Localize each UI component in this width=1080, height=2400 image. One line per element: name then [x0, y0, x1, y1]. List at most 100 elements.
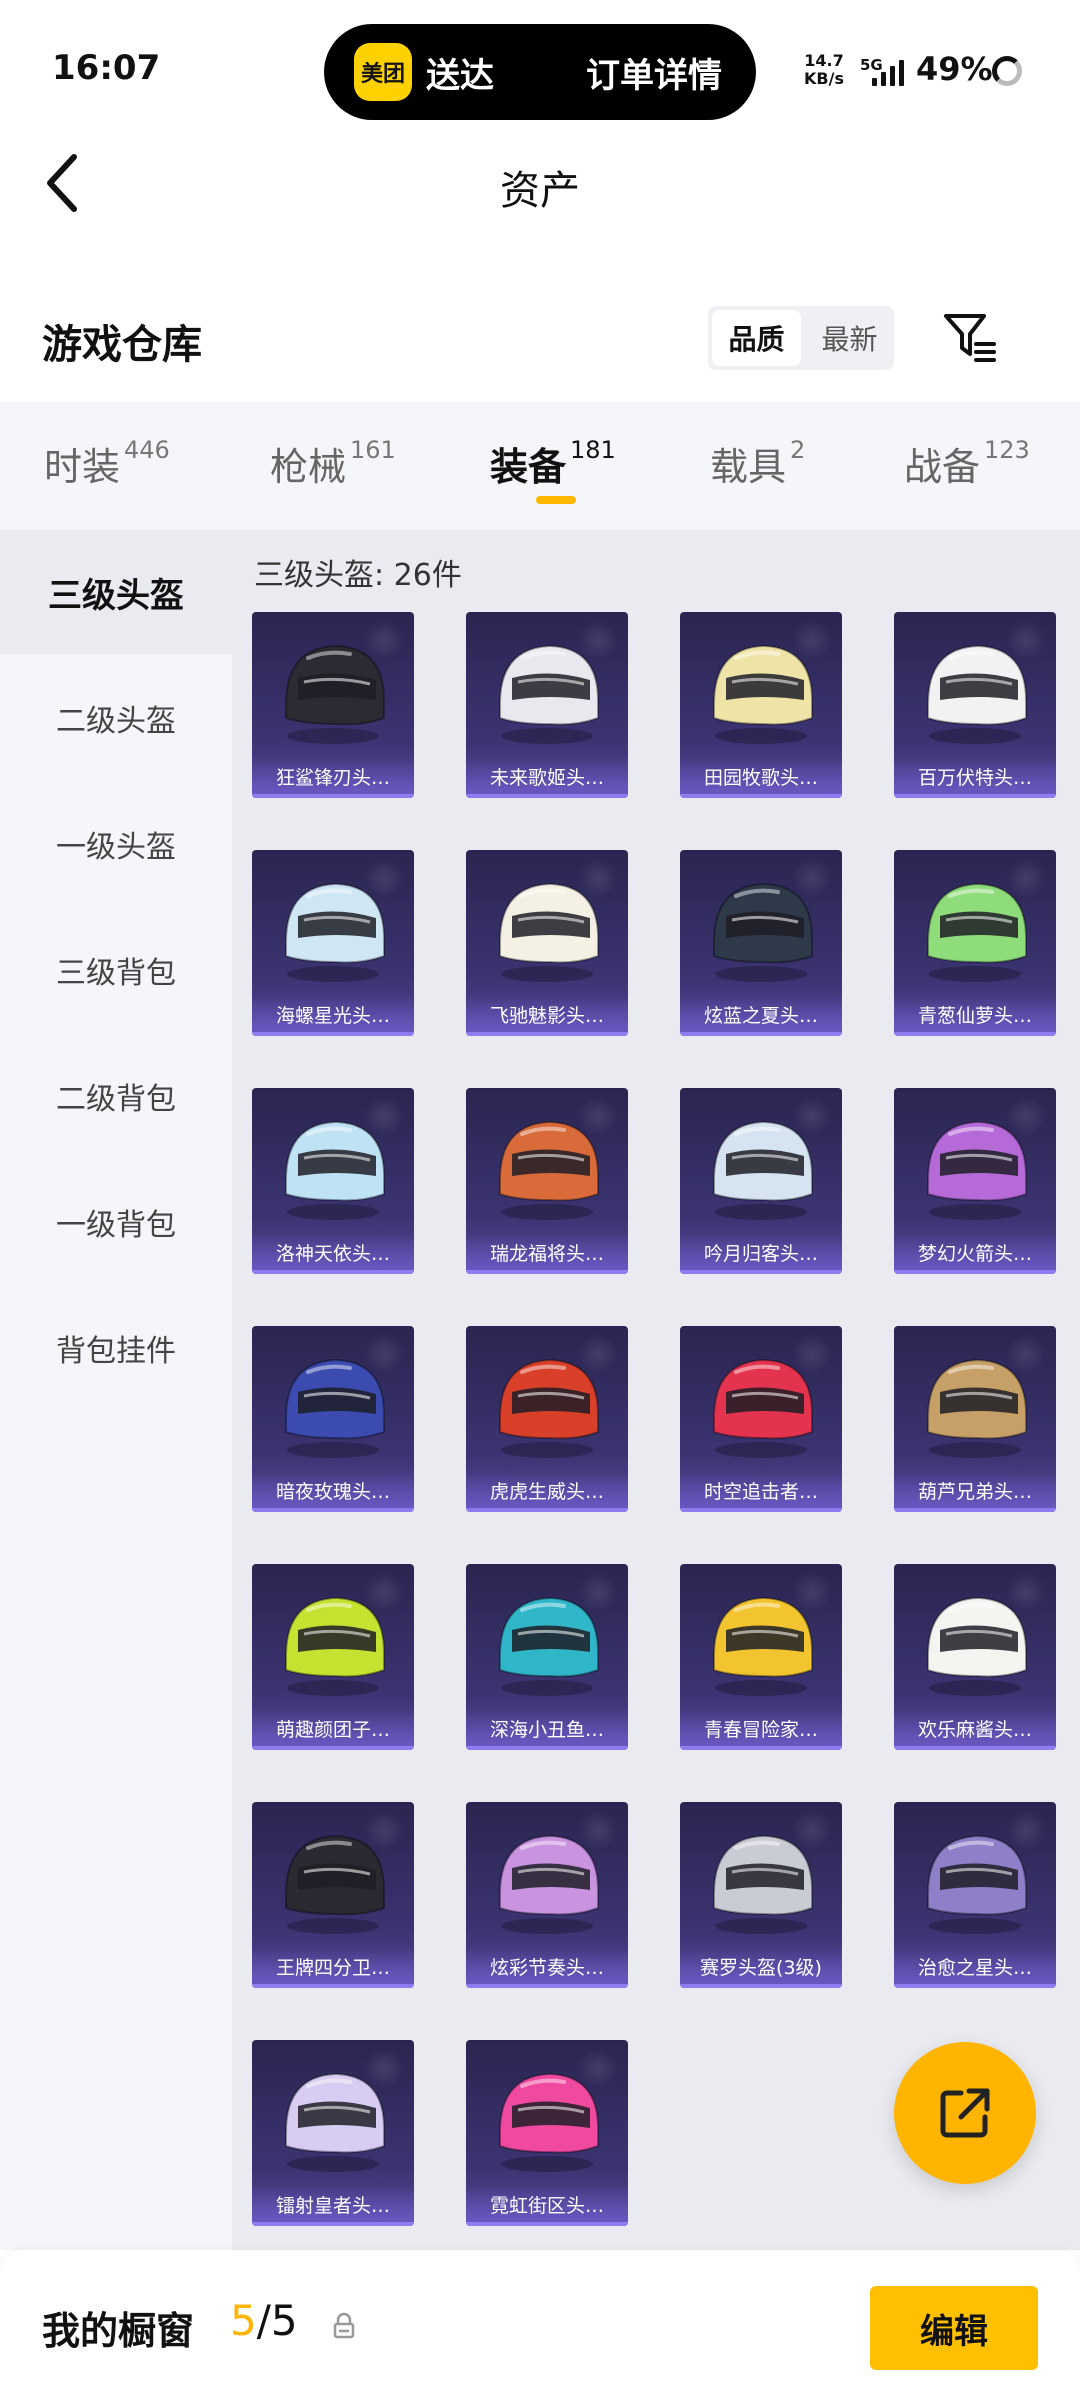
tab-fashion[interactable]: 时装 446 [44, 436, 170, 491]
helmet-icon [285, 1596, 385, 1696]
share-button[interactable] [894, 2042, 1036, 2184]
tab-label: 载具 [710, 445, 787, 489]
filter-icon [944, 314, 996, 362]
sidebar-item-level2-backpack[interactable]: 二级背包 [0, 1034, 232, 1158]
helmet-icon [499, 882, 599, 982]
showcase-count: 5/5 [230, 2296, 298, 2345]
item-card[interactable]: 田园牧歌头… [680, 612, 842, 798]
tab-supplies[interactable]: 战备 123 [904, 436, 1030, 491]
item-card[interactable]: 欢乐麻酱头… [894, 1564, 1056, 1750]
signal-icon [872, 58, 904, 86]
helmet-icon [713, 1358, 813, 1458]
helmet-icon [713, 1120, 813, 1220]
edit-button[interactable]: 编辑 [870, 2286, 1038, 2370]
item-card[interactable]: 海螺星光头… [252, 850, 414, 1036]
sidebar-item-level2-helmet[interactable]: 二级头盔 [0, 656, 232, 780]
page-title: 资产 [500, 168, 580, 214]
item-card[interactable]: 飞驰魅影头… [466, 850, 628, 1036]
item-name: 青葱仙萝头… [894, 996, 1056, 1036]
battery-icon [992, 56, 1022, 86]
item-card[interactable]: 洛神天依头… [252, 1088, 414, 1274]
item-name: 炫蓝之夏头… [680, 996, 842, 1036]
sort-newest-button[interactable]: 最新 [805, 306, 894, 370]
sort-toggle: 品质 最新 [708, 306, 894, 370]
share-external-icon [940, 2088, 990, 2138]
item-card[interactable]: 虎虎生威头… [466, 1326, 628, 1512]
item-card[interactable]: 深海小丑鱼… [466, 1564, 628, 1750]
helmet-icon [713, 1834, 813, 1934]
tab-label: 战备 [904, 445, 981, 489]
helmet-icon [499, 1120, 599, 1220]
bottom-bar: 我的橱窗 5/5 编辑 [0, 2250, 1080, 2400]
tab-label: 时装 [44, 445, 121, 489]
tab-label: 枪械 [270, 445, 347, 489]
tab-count: 446 [124, 436, 170, 464]
item-name: 虎虎生威头… [466, 1472, 628, 1512]
item-name: 吟月归客头… [680, 1234, 842, 1274]
filter-button[interactable] [940, 310, 1000, 366]
helmet-icon [927, 1834, 1027, 1934]
item-card[interactable]: 炫蓝之夏头… [680, 850, 842, 1036]
tab-label: 装备 [490, 445, 567, 489]
item-name: 飞驰魅影头… [466, 996, 628, 1036]
helmet-icon [285, 1120, 385, 1220]
helmet-icon [499, 2072, 599, 2172]
item-card[interactable]: 萌趣颜团子… [252, 1564, 414, 1750]
helmet-icon [285, 2072, 385, 2172]
item-card[interactable]: 青葱仙萝头… [894, 850, 1056, 1036]
item-card[interactable]: 王牌四分卫… [252, 1802, 414, 1988]
helmet-icon [499, 644, 599, 744]
item-name: 未来歌姬头… [466, 758, 628, 798]
item-grid-area: 三级头盔: 26件 狂鲨锋刃头… 未来歌姬头… 田园牧歌头… 百万伏特头… 海螺星光头…… [232, 530, 1080, 2250]
item-card[interactable]: 瑞龙福将头… [466, 1088, 628, 1274]
network-speed-unit: KB/s [804, 69, 844, 88]
item-name: 欢乐麻酱头… [894, 1710, 1056, 1750]
live-activity-pill[interactable]: 美团 送达 订单详情 [324, 24, 756, 120]
item-card[interactable]: 霓虹街区头… [466, 2040, 628, 2226]
showcase-current: 5 [230, 2296, 257, 2345]
sidebar-item-level1-helmet[interactable]: 一级头盔 [0, 782, 232, 906]
item-name: 百万伏特头… [894, 758, 1056, 798]
item-name: 瑞龙福将头… [466, 1234, 628, 1274]
item-card[interactable]: 百万伏特头… [894, 612, 1056, 798]
order-details-link[interactable]: 订单详情 [586, 48, 722, 97]
item-card[interactable]: 葫芦兄弟头… [894, 1326, 1056, 1512]
showcase-label: 我的橱窗 [42, 2309, 195, 2353]
battery-percent: 49% [916, 50, 993, 88]
delivery-status: 送达 [426, 55, 494, 96]
item-name: 梦幻火箭头… [894, 1234, 1056, 1274]
item-card[interactable]: 未来歌姬头… [466, 612, 628, 798]
item-card[interactable]: 吟月归客头… [680, 1088, 842, 1274]
item-name: 王牌四分卫… [252, 1948, 414, 1988]
helmet-icon [285, 644, 385, 744]
item-name: 洛神天依头… [252, 1234, 414, 1274]
item-card[interactable]: 治愈之星头… [894, 1802, 1056, 1988]
sidebar-item-level3-helmet[interactable]: 三级头盔 [0, 530, 232, 654]
showcase-total: /5 [256, 2296, 298, 2345]
item-name: 赛罗头盔(3级) [680, 1948, 842, 1988]
tab-vehicles[interactable]: 载具 2 [710, 436, 805, 491]
tab-equipment[interactable]: 装备 181 [490, 436, 616, 491]
item-name: 时空追击者… [680, 1472, 842, 1512]
item-card[interactable]: 狂鲨锋刃头… [252, 612, 414, 798]
item-card[interactable]: 镭射皇者头… [252, 2040, 414, 2226]
item-card[interactable]: 梦幻火箭头… [894, 1088, 1056, 1274]
item-card[interactable]: 赛罗头盔(3级) [680, 1802, 842, 1988]
item-card[interactable]: 炫彩节奏头… [466, 1802, 628, 1988]
item-card[interactable]: 青春冒险家… [680, 1564, 842, 1750]
sidebar-item-backpack-charm[interactable]: 背包挂件 [0, 1286, 232, 1410]
tab-count: 123 [984, 436, 1030, 464]
helmet-icon [927, 644, 1027, 744]
network-speed-value: 14.7 [804, 51, 844, 70]
item-card[interactable]: 时空追击者… [680, 1326, 842, 1512]
helmet-icon [285, 1358, 385, 1458]
sidebar-item-level1-backpack[interactable]: 一级背包 [0, 1160, 232, 1284]
sidebar-item-level3-backpack[interactable]: 三级背包 [0, 908, 232, 1032]
helmet-icon [285, 882, 385, 982]
item-card[interactable]: 暗夜玫瑰头… [252, 1326, 414, 1512]
helmet-icon [927, 882, 1027, 982]
helmet-icon [713, 882, 813, 982]
tab-count: 161 [350, 436, 396, 464]
tab-firearms[interactable]: 枪械 161 [270, 436, 396, 491]
sort-quality-button[interactable]: 品质 [712, 310, 801, 366]
